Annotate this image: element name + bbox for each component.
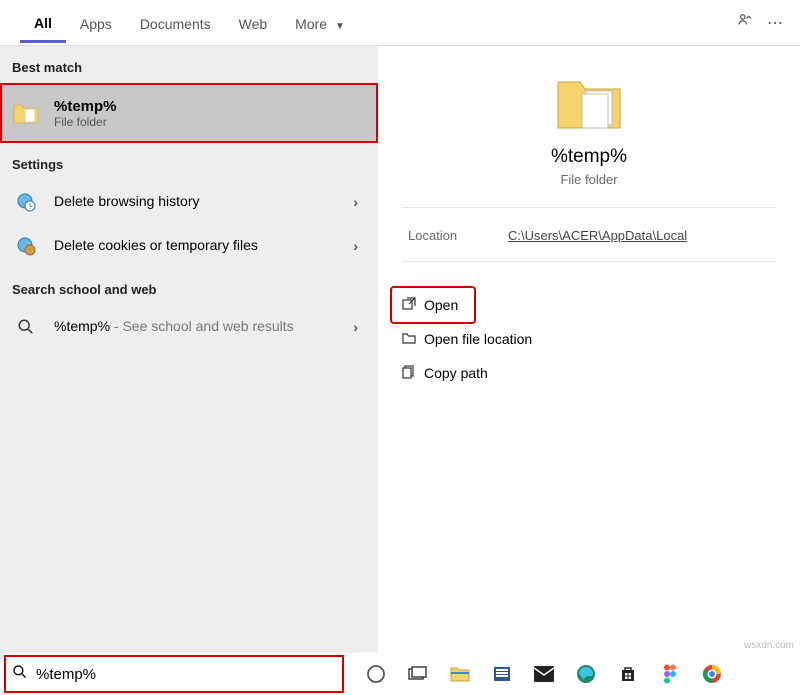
cortana-icon[interactable] [364, 662, 388, 686]
mail-icon[interactable] [532, 662, 556, 686]
chevron-right-icon: › [353, 238, 358, 254]
watermark: wsxdn.com [744, 640, 794, 651]
best-match-heading: Best match [0, 46, 378, 83]
store-icon[interactable] [616, 662, 640, 686]
tab-more-label: More [295, 16, 327, 32]
chevron-right-icon: › [353, 319, 358, 335]
open-icon [402, 297, 424, 314]
search-input[interactable] [36, 666, 336, 683]
feedback-icon[interactable] [730, 11, 760, 34]
globe-cookie-icon [12, 232, 40, 260]
location-label: Location [408, 228, 508, 243]
word-icon[interactable] [490, 662, 514, 686]
result-best-match[interactable]: %temp% File folder [0, 83, 378, 143]
result-sub: File folder [54, 115, 378, 129]
search-icon [12, 313, 40, 341]
preview-sub: File folder [378, 172, 800, 187]
globe-clock-icon [12, 188, 40, 216]
divider [402, 261, 776, 262]
location-link[interactable]: C:\Users\ACER\AppData\Local [508, 228, 687, 243]
preview-panel: %temp% File folder Location C:\Users\ACE… [378, 46, 800, 653]
result-delete-cookies[interactable]: Delete cookies or temporary files › [0, 224, 378, 268]
search-box[interactable] [4, 655, 344, 693]
result-hint: - See school and web results [110, 318, 294, 334]
tab-web[interactable]: Web [225, 4, 282, 42]
result-web-search[interactable]: %temp% - See school and web results › [0, 305, 378, 349]
folder-open-icon [402, 331, 424, 348]
task-view-icon[interactable] [406, 662, 430, 686]
edge-icon[interactable] [574, 662, 598, 686]
action-label: Open [424, 297, 458, 313]
action-label: Copy path [424, 365, 488, 381]
tab-documents[interactable]: Documents [126, 4, 225, 42]
result-label: Delete cookies or temporary files [54, 237, 258, 253]
result-label: Delete browsing history [54, 193, 200, 209]
figma-icon[interactable] [658, 662, 682, 686]
divider [402, 207, 776, 208]
folder-large-icon [554, 74, 624, 132]
search-scope-tabs: All Apps Documents Web More ▼ ⋯ [0, 0, 800, 46]
tab-all[interactable]: All [20, 3, 66, 43]
tab-apps[interactable]: Apps [66, 4, 126, 42]
web-heading: Search school and web [0, 268, 378, 305]
chrome-icon[interactable] [700, 662, 724, 686]
bottom-bar [0, 653, 800, 695]
chevron-right-icon: › [353, 194, 358, 210]
more-options-icon[interactable]: ⋯ [760, 13, 790, 33]
result-delete-history[interactable]: Delete browsing history › [0, 180, 378, 224]
result-title: %temp% [54, 98, 378, 115]
result-label: %temp% [54, 318, 110, 334]
copy-icon [402, 365, 424, 382]
tab-more[interactable]: More ▼ [281, 4, 359, 42]
action-copy-path[interactable]: Copy path [392, 356, 786, 390]
action-label: Open file location [424, 331, 532, 347]
preview-title: %temp% [378, 146, 800, 168]
settings-heading: Settings [0, 143, 378, 180]
folder-icon [12, 99, 40, 127]
chevron-down-icon: ▼ [335, 21, 345, 32]
search-icon [12, 664, 28, 684]
file-explorer-icon[interactable] [448, 662, 472, 686]
action-open[interactable]: Open [392, 288, 474, 322]
results-panel: Best match %temp% File folder Settings D… [0, 46, 378, 653]
action-open-location[interactable]: Open file location [392, 322, 786, 356]
taskbar [344, 653, 800, 695]
